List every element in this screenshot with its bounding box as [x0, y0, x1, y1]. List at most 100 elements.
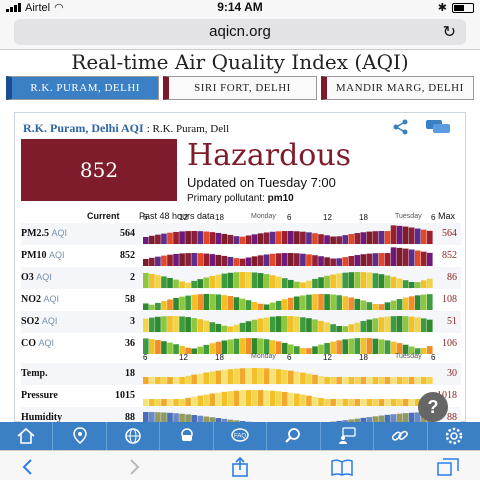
browser-address-bar: aqicn.org ↻ [0, 14, 480, 50]
history-bar [324, 235, 330, 244]
history-bar [324, 322, 330, 332]
bookmarks-icon[interactable] [330, 457, 354, 477]
station-tab-mandir-marg[interactable]: Mandir Marg, Delhi [320, 76, 474, 100]
station-tab-rk-puram[interactable]: R.K. Puram, Delhi [6, 76, 160, 100]
history-bar [354, 338, 361, 354]
history-bar [203, 372, 210, 384]
history-bar [318, 234, 324, 244]
faq-button[interactable]: FAQ [214, 422, 268, 450]
link-button[interactable] [374, 422, 428, 450]
pollutant-row[interactable]: CO AQI 36 106 [21, 333, 461, 355]
history-bar [167, 277, 173, 288]
mask-icon [180, 428, 193, 441]
station-tabs: R.K. Puram, Delhi Siri Fort, Delhi Mandi… [6, 76, 474, 100]
svg-text:FAQ: FAQ [234, 434, 246, 440]
history-bar [408, 377, 415, 384]
pollutant-row[interactable]: Temp. 18 30 [21, 363, 461, 385]
history-bar [143, 237, 149, 244]
pollutant-row[interactable]: SO2 AQI 3 51 [21, 311, 461, 333]
history-bar [149, 377, 155, 384]
history-bar [257, 390, 264, 406]
share-icon[interactable] [391, 119, 411, 135]
reload-icon[interactable]: ↻ [443, 22, 456, 42]
home-icon [17, 427, 35, 444]
history-bar [245, 368, 252, 384]
history-bar [233, 258, 240, 266]
history-bar [366, 302, 373, 310]
tabs-icon[interactable] [436, 457, 460, 477]
history-bar [185, 253, 191, 266]
history-bar [239, 236, 246, 244]
time-tick: Monday [251, 353, 276, 360]
pollutant-row[interactable]: PM10 AQI 852 852 [21, 245, 461, 267]
history-bar [155, 377, 161, 384]
history-bar [342, 272, 349, 288]
max-value: 564 [442, 228, 457, 239]
history-bar [384, 231, 391, 244]
history-bar [288, 231, 294, 244]
panel-city[interactable]: R.K. Puram, Delhi [23, 121, 119, 135]
time-tick: 18 [359, 213, 368, 222]
history-bar [420, 280, 427, 288]
history-bar [179, 281, 185, 288]
home-button[interactable] [0, 422, 54, 450]
history-bar [396, 247, 403, 266]
history-bar [366, 377, 373, 384]
back-icon[interactable] [16, 457, 40, 477]
history-bar [414, 228, 421, 244]
history-bar [209, 371, 216, 384]
history-bar [215, 254, 222, 266]
history-sparkline [143, 316, 433, 332]
map-button[interactable] [53, 422, 107, 450]
history-bar [426, 252, 433, 266]
history-bar [324, 399, 330, 406]
aqi-panel: R.K. Puram, Delhi AQI : R.K. Puram, Dell… [14, 112, 466, 451]
world-button[interactable] [107, 422, 161, 450]
history-bar [149, 257, 155, 266]
history-bar [215, 294, 222, 310]
comments-icon[interactable] [425, 119, 450, 135]
history-bar [402, 399, 409, 406]
max-value: 108 [442, 294, 457, 305]
share-sheet-icon[interactable] [228, 457, 252, 477]
header-max: Max [437, 211, 455, 221]
history-bar [390, 399, 397, 406]
history-bar [354, 399, 361, 406]
pollutant-row[interactable]: PM2.5 AQI 564 564 [21, 223, 461, 245]
page-title: Real-time Air Quality Index (AQI) [71, 50, 409, 74]
history-bar [378, 231, 385, 244]
time-tick: 6 [287, 213, 292, 222]
history-bar [245, 272, 252, 288]
history-bar [306, 373, 312, 384]
history-bar [173, 297, 179, 310]
pollutant-row[interactable]: O3 AQI 2 86 [21, 267, 461, 289]
history-bar [312, 319, 318, 332]
history-bar [420, 294, 427, 310]
history-bar [275, 391, 282, 406]
settings-button[interactable] [428, 422, 480, 450]
help-button[interactable]: ? [418, 392, 448, 422]
forward-icon[interactable] [122, 457, 146, 477]
history-bar [372, 304, 379, 310]
station-tab-siri-fort[interactable]: Siri Fort, Delhi [163, 76, 317, 100]
history-bar [167, 316, 173, 332]
status-time: 9:14 AM [217, 0, 263, 14]
history-bar [324, 377, 330, 384]
history-bar [348, 377, 355, 384]
history-bar [390, 316, 397, 332]
history-bar [288, 316, 294, 332]
history-bar [390, 225, 397, 244]
search-button[interactable] [267, 422, 321, 450]
pollutant-row[interactable]: NO2 AQI 58 108 [21, 289, 461, 311]
pollutant-row[interactable]: Pressure 1015 1018 [21, 385, 461, 407]
url-field[interactable]: aqicn.org ↻ [14, 19, 466, 45]
history-bar [227, 326, 234, 332]
history-bar [408, 316, 415, 332]
chat-button[interactable] [321, 422, 375, 450]
history-bar [173, 316, 179, 332]
mask-button[interactable] [160, 422, 214, 450]
history-bar [257, 318, 264, 332]
history-bar [257, 368, 264, 384]
history-bar [414, 377, 421, 384]
current-value: 3 [130, 316, 135, 327]
